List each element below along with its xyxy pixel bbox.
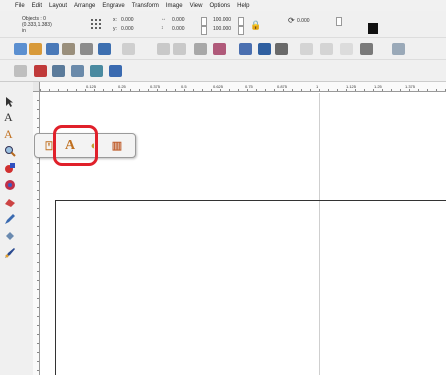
menu-options[interactable]: Options xyxy=(209,3,230,9)
ruler-label: 0.625 xyxy=(213,84,224,89)
redo-icon[interactable] xyxy=(173,43,186,55)
trace-icon[interactable] xyxy=(320,43,333,55)
weld-icon[interactable] xyxy=(194,43,207,55)
zoom-tool-icon[interactable] xyxy=(4,145,16,157)
print-icon[interactable] xyxy=(80,43,93,55)
undo-icon[interactable] xyxy=(157,43,170,55)
ruler-label: 1.375 xyxy=(405,84,416,89)
fill-color-swatch[interactable] xyxy=(368,23,378,34)
width-icon: ↔ xyxy=(161,16,166,22)
ruler-label: 0.375 xyxy=(150,84,161,89)
import-icon[interactable] xyxy=(62,43,75,55)
lock-ratio-icon[interactable]: 🔒 xyxy=(250,20,261,31)
ruler-label: 1 xyxy=(316,84,319,89)
group-icon[interactable] xyxy=(90,65,103,77)
height-percent-spinner[interactable] xyxy=(238,26,244,35)
reference-point-icon[interactable] xyxy=(90,18,103,31)
menu-layout[interactable]: Layout xyxy=(49,3,67,9)
barcode-icon[interactable] xyxy=(392,43,405,55)
menu-transform[interactable]: Transform xyxy=(132,3,159,9)
ruler-label: 0.875 xyxy=(277,84,288,89)
eraser-tool-icon[interactable] xyxy=(4,196,16,208)
units-label: in xyxy=(22,28,26,34)
ruler-corner xyxy=(33,82,40,92)
standard-toolbar xyxy=(0,38,446,60)
preview-icon[interactable] xyxy=(275,43,288,55)
node-edit-icon[interactable] xyxy=(340,43,353,55)
artistic-text-tool-icon[interactable]: A xyxy=(4,128,16,140)
x-label: x: xyxy=(113,17,117,23)
window-icon[interactable] xyxy=(109,65,122,77)
select-tool-icon[interactable] xyxy=(4,96,16,108)
page-border-left xyxy=(55,200,56,375)
menu-bar: File Edit Layout Arrange Engrave Transfo… xyxy=(0,0,446,11)
width-percent-spinner[interactable] xyxy=(238,17,244,26)
rotate-icon: ⟳ xyxy=(288,16,295,25)
menu-edit[interactable]: Edit xyxy=(32,3,42,9)
height-icon: ↕ xyxy=(161,25,164,31)
pencil-tool-icon[interactable] xyxy=(4,213,16,225)
height-field[interactable]: 0.000 xyxy=(172,26,185,32)
ruler-label: 1.25 xyxy=(374,84,382,89)
vertical-text-icon[interactable]: ▥ xyxy=(109,138,125,154)
width-spinner[interactable] xyxy=(201,17,207,26)
rotate-spinner[interactable] xyxy=(336,17,342,26)
height-percent-field[interactable]: 100.000 xyxy=(213,26,231,32)
menu-view[interactable]: View xyxy=(190,3,203,9)
open-file-icon[interactable] xyxy=(29,43,42,55)
menu-arrange[interactable]: Arrange xyxy=(74,3,95,9)
delete-icon[interactable] xyxy=(34,65,47,77)
y-label: y: xyxy=(113,26,117,32)
menu-engrave[interactable]: Engrave xyxy=(102,3,124,9)
cursor-position: (0.333,1.383) xyxy=(22,22,52,28)
text-tool-icon[interactable]: A xyxy=(4,111,16,123)
height-spinner[interactable] xyxy=(201,26,207,35)
ruler-label: 0.25 xyxy=(118,84,126,89)
horizontal-ruler[interactable]: 0.125 0.25 0.375 0.5 0.625 0.75 0.875 1 … xyxy=(40,82,446,92)
cut-icon[interactable] xyxy=(122,43,135,55)
page-guide-line xyxy=(319,93,320,375)
property-bar: Objects : 0 (0.333,1.383) in x: 0.000 y:… xyxy=(0,11,446,38)
ruler-label: 1.125 xyxy=(346,84,357,89)
menu-file[interactable]: File xyxy=(15,3,25,9)
color-tool-icon[interactable] xyxy=(4,179,16,191)
new-file-icon[interactable] xyxy=(14,43,27,55)
menu-help[interactable]: Help xyxy=(237,3,249,9)
shape-icon[interactable] xyxy=(52,65,65,77)
laser-settings-icon[interactable] xyxy=(213,43,226,55)
toolbox: A A xyxy=(0,82,33,375)
drawing-toolbar xyxy=(0,60,446,82)
x-field[interactable]: 0.000 xyxy=(121,17,134,23)
bucket-icon[interactable] xyxy=(360,43,373,55)
ruler-label: 0.75 xyxy=(245,84,253,89)
width-percent-field[interactable]: 100.000 xyxy=(213,17,231,23)
object-info: Objects : 0 (0.333,1.383) in xyxy=(22,16,52,34)
save-file-icon[interactable] xyxy=(46,43,59,55)
text-property-icon[interactable] xyxy=(14,65,27,77)
highlight-circle xyxy=(53,125,98,166)
print-engrave-icon[interactable] xyxy=(239,43,252,55)
pen-tool-icon[interactable] xyxy=(4,247,16,259)
ruler-label: 0.5 xyxy=(181,84,187,89)
shape-tool-icon[interactable] xyxy=(4,162,16,174)
fill-tool-icon[interactable] xyxy=(4,230,16,242)
menu-image[interactable]: Image xyxy=(166,3,183,9)
rotate-field[interactable]: 0.000 xyxy=(297,18,310,24)
ruler-label: 0.125 xyxy=(86,84,97,89)
y-field[interactable]: 0.000 xyxy=(121,26,134,32)
device-icon[interactable] xyxy=(258,43,271,55)
convert-icon[interactable] xyxy=(71,65,84,77)
bitmap-icon[interactable] xyxy=(300,43,313,55)
width-field[interactable]: 0.000 xyxy=(172,17,185,23)
page-border-top xyxy=(55,200,446,201)
export-icon[interactable] xyxy=(98,43,111,55)
